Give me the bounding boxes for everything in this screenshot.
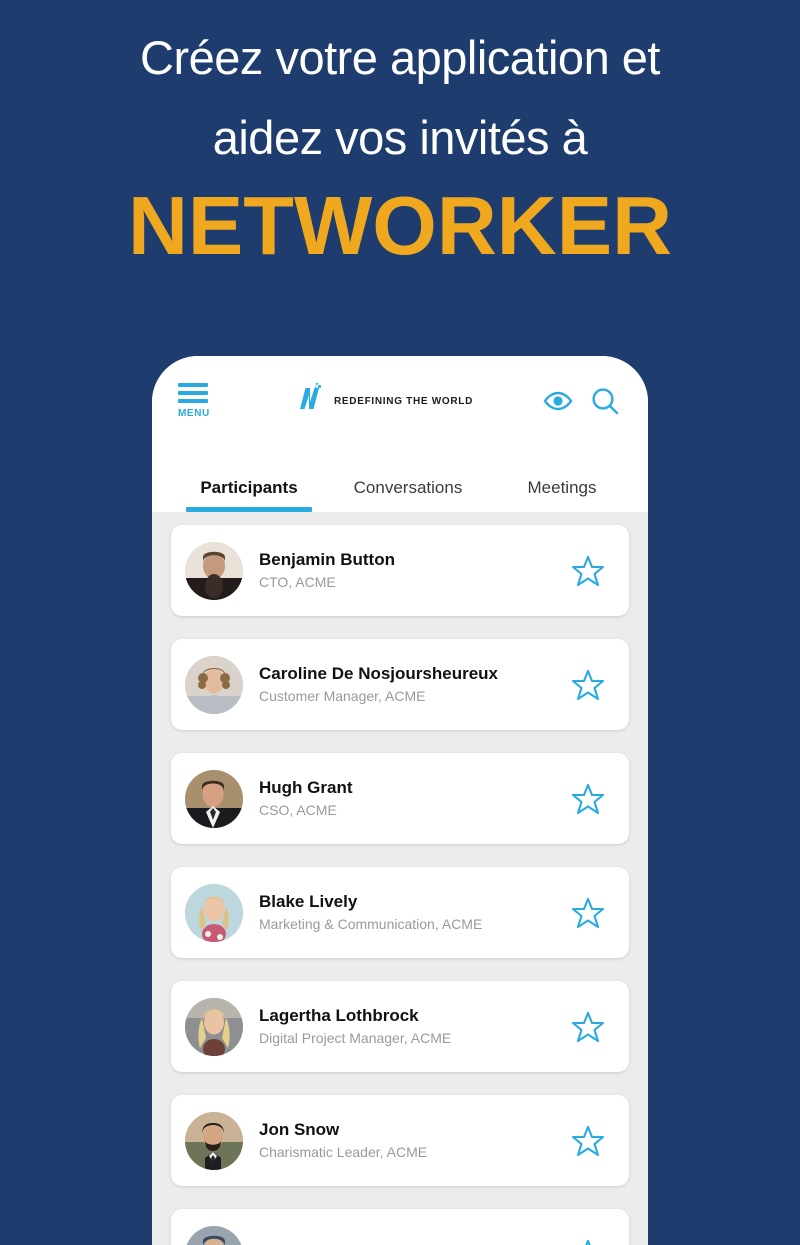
avatar — [185, 883, 243, 942]
hero-headline-emphasis: NETWORKER — [127, 179, 673, 272]
app-bar-actions — [543, 386, 620, 416]
list-item-body: Blake Lively Marketing & Communication, … — [243, 891, 571, 934]
app-top-bar: MENU REDEFINING THE WORLD — [152, 356, 648, 446]
avatar — [185, 1225, 243, 1245]
menu-button[interactable]: MENU — [178, 383, 226, 419]
app-logo-text: REDEFINING THE WORLD — [334, 395, 473, 407]
avatar — [185, 997, 243, 1056]
participant-role: Charismatic Leader, ACME — [259, 1144, 428, 1160]
phone-mockup: MENU REDEFINING THE WORLD Participants C… — [152, 356, 648, 1245]
participant-name: Caroline De Nosjoursheureux — [259, 664, 499, 683]
avatar — [185, 1111, 243, 1170]
star-outline-icon[interactable] — [571, 668, 605, 702]
app-tab-bar: Participants Conversations Meetings — [152, 446, 648, 512]
eye-icon[interactable] — [543, 390, 573, 412]
list-item[interactable] — [171, 1209, 629, 1245]
list-item-body: Caroline De Nosjoursheureux Customer Man… — [243, 663, 571, 706]
star-outline-icon[interactable] — [571, 782, 605, 816]
hero-headline-line-2: aidez vos invités à — [212, 111, 588, 164]
list-item[interactable]: Jon Snow Charismatic Leader, ACME — [171, 1095, 629, 1186]
list-item-body: Lagertha Lothbrock Digital Project Manag… — [243, 1005, 571, 1048]
list-item[interactable]: Blake Lively Marketing & Communication, … — [171, 867, 629, 958]
participant-name: Lagertha Lothbrock — [259, 1006, 419, 1025]
avatar — [185, 655, 243, 714]
tab-conversations[interactable]: Conversations — [324, 478, 492, 512]
star-outline-icon[interactable] — [571, 1238, 605, 1245]
menu-button-label: MENU — [178, 408, 210, 419]
hero-headline-line-1: Créez votre application et — [140, 31, 660, 84]
participant-name: Hugh Grant — [259, 778, 353, 797]
hero-banner: Créez votre application et aidez vos inv… — [0, 0, 800, 274]
participant-role: CSO, ACME — [259, 802, 337, 818]
participant-name: Benjamin Button — [259, 550, 395, 569]
list-item-body: Jon Snow Charismatic Leader, ACME — [243, 1119, 571, 1162]
participant-name: Jon Snow — [259, 1120, 340, 1139]
tab-participants[interactable]: Participants — [174, 478, 324, 512]
list-item-body: Hugh Grant CSO, ACME — [243, 777, 571, 820]
star-outline-icon[interactable] — [571, 896, 605, 930]
tab-meetings[interactable]: Meetings — [492, 478, 632, 512]
n-logo-icon — [296, 382, 330, 421]
participant-role: Digital Project Manager, ACME — [259, 1030, 452, 1046]
search-icon[interactable] — [590, 386, 620, 416]
participant-role: Marketing & Communication, ACME — [259, 916, 483, 932]
participant-role: CTO, ACME — [259, 574, 336, 590]
list-item-body: Benjamin Button CTO, ACME — [243, 549, 571, 592]
list-item[interactable]: Hugh Grant CSO, ACME — [171, 753, 629, 844]
hamburger-icon — [178, 383, 208, 407]
participant-name: Blake Lively — [259, 892, 358, 911]
star-outline-icon[interactable] — [571, 1124, 605, 1158]
avatar — [185, 541, 243, 600]
participant-role: Customer Manager, ACME — [259, 688, 426, 704]
star-outline-icon[interactable] — [571, 1010, 605, 1044]
list-item[interactable]: Lagertha Lothbrock Digital Project Manag… — [171, 981, 629, 1072]
participant-list[interactable]: Benjamin Button CTO, ACME Caroline De No… — [152, 512, 648, 1245]
list-item[interactable]: Benjamin Button CTO, ACME — [171, 525, 629, 616]
app-logo: REDEFINING THE WORLD — [226, 382, 543, 421]
star-outline-icon[interactable] — [571, 554, 605, 588]
avatar — [185, 769, 243, 828]
list-item[interactable]: Caroline De Nosjoursheureux Customer Man… — [171, 639, 629, 730]
